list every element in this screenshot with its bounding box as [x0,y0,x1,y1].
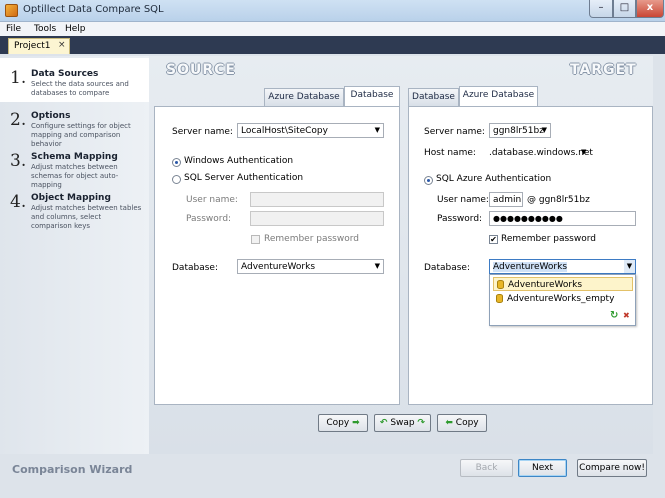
clear-icon[interactable]: ✖ [623,311,630,320]
button-label: Copy [326,418,350,428]
target-host-dropdown[interactable]: .database.windows.net ▼ [489,148,593,158]
database-dropdown-list: AdventureWorks AdventureWorks_empty ↻ ✖ [489,274,636,326]
chevron-down-icon: ▼ [374,126,380,134]
option-label: AdventureWorks [508,280,583,290]
back-button[interactable]: Back [460,459,513,477]
compare-now-button[interactable]: Compare now! [577,459,647,477]
target-azure-auth-label: SQL Azure Authentication [436,174,552,184]
target-azure-auth-radio[interactable] [424,176,433,185]
copy-to-target-button[interactable]: Copy ➡ [318,414,368,432]
button-label: Copy [455,418,479,428]
source-database-label: Database: [172,263,218,273]
step-description: Select the data sources and databases to… [31,80,129,97]
arrow-right-icon: ➡ [352,418,360,428]
combo-value: LocalHost\SiteCopy [241,126,328,136]
database-icon [497,280,504,289]
copy-to-source-button[interactable]: ⬅ Copy [437,414,487,432]
target-username-label: User name: [437,195,489,205]
refresh-icon[interactable]: ↻ [610,310,618,321]
step-number: 3. [10,151,27,171]
dropdown-option-adventureworks-empty[interactable]: AdventureWorks_empty [493,292,633,306]
source-remember-label: Remember password [264,234,359,244]
chevron-down-icon: ▼ [541,126,547,134]
target-password-label: Password: [437,214,483,224]
swap-button[interactable]: ↶ Swap ↷ [374,414,431,432]
target-remember-label: Remember password [501,234,596,244]
menu-bar [0,22,665,36]
chevron-down-icon: ▼ [374,262,380,270]
button-label: Swap [390,418,415,428]
source-windows-auth-radio[interactable] [172,158,181,167]
step-title: Options [31,111,71,121]
step-number: 1. [10,68,27,88]
tab-close-icon[interactable]: × [58,40,66,50]
source-heading: SOURCE [166,62,236,78]
target-server-label: Server name: [424,127,485,137]
chevron-down-icon: ▼ [624,260,635,273]
target-server-combo[interactable]: ggn8lr51bz ▼ [489,123,551,138]
app-icon [5,4,18,17]
tab-label: Project1 [14,41,51,51]
step-number: 2. [10,110,27,130]
tab-source-database[interactable]: Database [344,86,400,106]
tab-source-azure-database[interactable]: Azure Database [264,88,344,106]
input-value: ●●●●●●●●●● [493,214,563,223]
target-username-suffix: @ ggn8lr51bz [527,195,590,205]
source-server-combo[interactable]: LocalHost\SiteCopy ▼ [237,123,384,138]
tab-target-database[interactable]: Database [408,88,459,106]
document-tab-strip [0,36,665,54]
step-description: Adjust matches between tables and column… [31,204,142,230]
source-windows-auth-label: Windows Authentication [184,156,294,166]
combo-value: AdventureWorks [493,262,568,272]
source-username-label: User name: [186,195,238,205]
step-title: Data Sources [31,69,99,79]
option-label: AdventureWorks_empty [507,294,615,304]
combo-value: ggn8lr51bz [493,126,544,136]
source-panel [154,106,400,405]
dropdown-option-adventureworks[interactable]: AdventureWorks [493,277,633,291]
maximize-button[interactable]: □ [613,0,636,18]
chevron-down-icon: ▼ [581,148,587,156]
step-number: 4. [10,192,27,212]
close-window-button[interactable]: x [636,0,664,18]
tab-target-azure-database[interactable]: Azure Database [459,86,538,106]
target-database-label: Database: [424,263,470,273]
minimize-button[interactable]: – [589,0,613,18]
wizard-footer-title: Comparison Wizard [12,463,133,476]
database-icon [496,294,503,303]
target-remember-checkbox[interactable]: ✔ [489,235,498,244]
source-password-label: Password: [186,214,232,224]
arrow-left-icon: ⬅ [445,418,453,428]
step-title: Object Mapping [31,193,111,203]
source-server-label: Server name: [172,127,233,137]
target-host-label: Host name: [424,148,476,158]
source-password-input[interactable] [250,211,384,226]
target-password-input[interactable]: ●●●●●●●●●● [489,211,636,226]
input-value: admin [493,195,522,205]
target-database-combo[interactable]: AdventureWorks ▼ [489,259,636,274]
host-value: .database.windows.net [489,148,593,158]
step-description: Adjust matches between schemas for objec… [31,163,119,189]
source-username-input[interactable] [250,192,384,207]
source-sql-auth-label: SQL Server Authentication [184,173,304,183]
menu-tools[interactable]: Tools [34,24,56,34]
menu-file[interactable]: File [6,24,21,34]
swap-right-icon: ↷ [417,418,426,428]
swap-left-icon: ↶ [379,418,388,428]
step-description: Configure settings for object mapping an… [31,122,131,148]
target-heading: TARGET [570,62,637,78]
target-username-input[interactable]: admin [489,192,523,207]
menu-help[interactable]: Help [65,24,86,34]
window-title: Optillect Data Compare SQL [23,4,164,15]
source-remember-checkbox[interactable] [251,235,260,244]
checkmark-icon: ✔ [490,235,497,244]
next-button[interactable]: Next [518,459,567,477]
step-title: Schema Mapping [31,152,118,162]
source-sql-auth-radio[interactable] [172,175,181,184]
combo-value: AdventureWorks [241,262,316,272]
source-database-combo[interactable]: AdventureWorks ▼ [237,259,384,274]
